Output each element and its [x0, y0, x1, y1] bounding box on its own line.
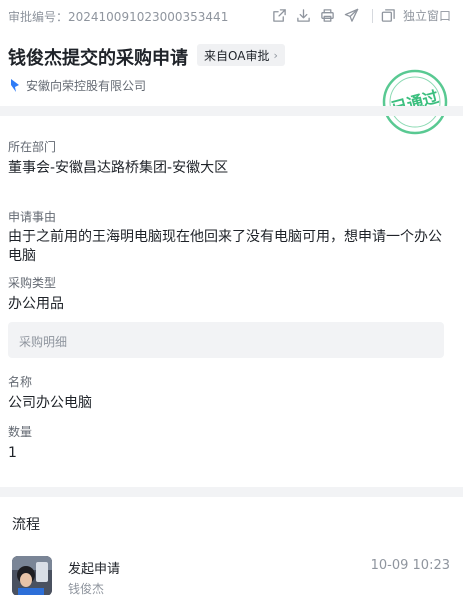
standalone-window-icon: [381, 8, 397, 24]
approved-stamp: 已通过: [382, 69, 448, 135]
department-value: 董事会-安徽昌达路桥集团-安徽大区: [8, 160, 229, 176]
chevron-right-icon: ›: [273, 48, 278, 62]
purchase-detail-label: 采购明细: [19, 335, 68, 349]
flow-step-time: 10-09 10:23: [370, 558, 450, 573]
reason-label: 申请事由: [8, 210, 57, 224]
source-tag-label: 来自OA审批: [204, 48, 270, 63]
toolbar: 独立窗口: [264, 7, 451, 24]
item-name-value: 公司办公电脑: [8, 395, 92, 411]
approval-number: 审批编号：202410091023000353441: [8, 10, 229, 24]
quantity-value: 1: [8, 445, 17, 461]
download-icon[interactable]: [296, 8, 312, 24]
purchase-detail-section: 采购明细: [8, 322, 444, 358]
reason-value: 由于之前用的王海明电脑现在他回来了没有电脑可用，想申请一个办公电脑: [8, 229, 442, 264]
company-flag-icon: [11, 79, 19, 92]
flow-step-action: 发起申请: [68, 562, 121, 577]
section-divider: [0, 487, 463, 497]
print-icon[interactable]: [320, 8, 336, 24]
item-name-label: 名称: [8, 375, 33, 389]
standalone-window-button[interactable]: 独立窗口: [381, 7, 451, 24]
purchase-type-label: 采购类型: [8, 276, 57, 290]
source-tag-button[interactable]: 来自OA审批 ›: [197, 44, 285, 66]
flow-title: 流程: [12, 517, 40, 533]
standalone-window-label: 独立窗口: [402, 9, 451, 23]
page-title: 钱俊杰提交的采购申请: [8, 48, 188, 69]
section-divider: [0, 106, 463, 116]
company-name: 安徽向荣控股有限公司: [26, 79, 147, 93]
avatar: [12, 556, 52, 595]
external-link-icon[interactable]: [272, 8, 288, 24]
top-bar: 审批编号：202410091023000353441 独立窗口: [0, 0, 463, 32]
quantity-label: 数量: [8, 425, 33, 439]
send-icon[interactable]: [344, 8, 360, 24]
toolbar-divider: [371, 8, 373, 23]
flow-step-person: 钱俊杰: [68, 582, 105, 595]
purchase-type-value: 办公用品: [8, 296, 64, 312]
department-label: 所在部门: [8, 140, 57, 154]
company-row: 安徽向荣控股有限公司: [10, 77, 146, 94]
